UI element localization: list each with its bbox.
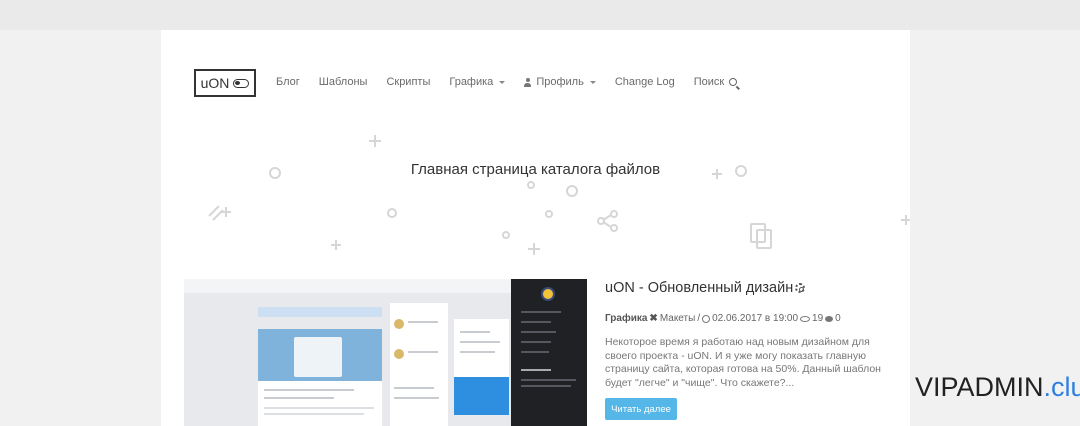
post-thumbnail[interactable] bbox=[184, 279, 587, 426]
page-card: uON Блог Шаблоны Скрипты Графика Профиль… bbox=[161, 30, 910, 426]
comment-icon bbox=[825, 315, 834, 322]
caret-down-icon bbox=[589, 80, 596, 84]
views-count: 19 bbox=[812, 313, 824, 324]
nav-item-search[interactable]: Поиск bbox=[694, 76, 738, 88]
nav-item-profile[interactable]: Профиль bbox=[524, 76, 596, 88]
subcategory-link[interactable]: Макеты bbox=[660, 313, 696, 324]
logo-text: uON bbox=[200, 75, 230, 91]
category-link[interactable]: Графика bbox=[605, 313, 647, 324]
hero-pattern bbox=[208, 135, 910, 255]
gear-icon bbox=[795, 283, 806, 293]
user-icon bbox=[524, 77, 532, 87]
caret-down-icon bbox=[499, 80, 506, 84]
main-nav: Блог Шаблоны Скрипты Графика Профиль Cha… bbox=[276, 76, 756, 88]
post-date: 02.06.2017 в 19:00 bbox=[712, 313, 799, 324]
meta-separator: / bbox=[697, 313, 701, 324]
eye-icon bbox=[800, 315, 811, 322]
page-title: Главная страница каталога файлов bbox=[410, 161, 661, 178]
toggle-icon bbox=[233, 78, 250, 88]
nav-item-changelog[interactable]: Change Log bbox=[615, 76, 675, 88]
read-more-button[interactable]: Читать далее bbox=[605, 398, 677, 420]
post-excerpt: Некоторое время я работаю над новым диза… bbox=[605, 336, 881, 389]
nav-item-templates[interactable]: Шаблоны bbox=[319, 76, 368, 88]
comments-count: 0 bbox=[835, 313, 841, 324]
site-logo[interactable]: uON bbox=[194, 69, 256, 97]
post-meta: Графика ✖ Макеты / 02.06.2017 в 19:00 19… bbox=[605, 313, 841, 324]
top-band bbox=[0, 0, 1080, 30]
hero-banner: Главная страница каталога файлов bbox=[161, 120, 910, 270]
nav-item-blog[interactable]: Блог bbox=[276, 76, 300, 88]
clock-icon bbox=[702, 314, 711, 323]
post-title[interactable]: uON - Обновленный дизайн bbox=[605, 280, 806, 296]
tag-icon: ✖ bbox=[649, 313, 658, 324]
nav-item-graphics[interactable]: Графика bbox=[449, 76, 506, 88]
watermark-logo: VIPADMIN.club bbox=[915, 372, 1080, 402]
nav-item-scripts[interactable]: Скрипты bbox=[386, 76, 430, 88]
search-icon bbox=[729, 78, 738, 86]
